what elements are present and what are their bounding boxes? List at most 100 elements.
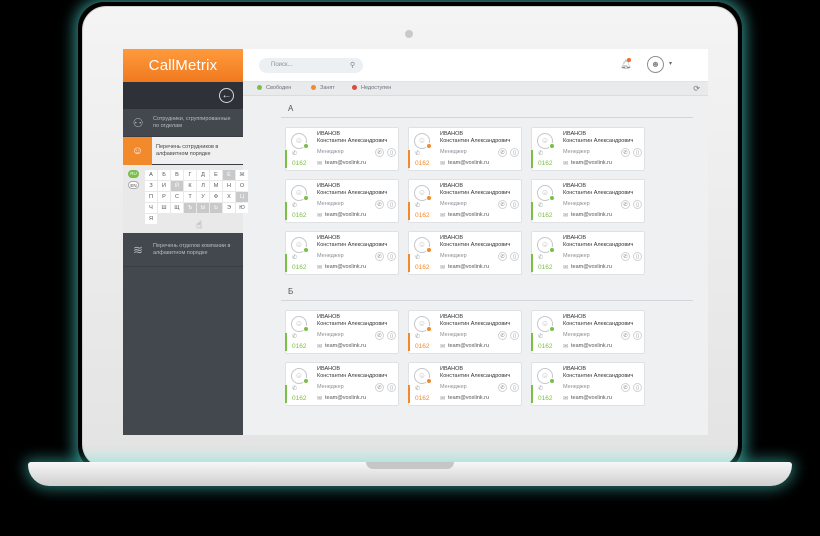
alphabet-letter[interactable]: П [145, 192, 157, 202]
mobile-button[interactable]: ▯ [387, 200, 396, 209]
mobile-button[interactable]: ▯ [633, 252, 642, 261]
call-button[interactable]: ✆ [498, 200, 507, 209]
call-button[interactable]: ✆ [375, 200, 384, 209]
employee-card[interactable]: ☺ ✆ 0162 ИВАНОВ Константин Александрович Мене… [531, 310, 645, 354]
mobile-button[interactable]: ▯ [387, 252, 396, 261]
search-input[interactable]: Поиск... ⚲ [259, 58, 363, 73]
alphabet-letter[interactable]: Г [184, 170, 196, 180]
employee-email[interactable]: team@voxlink.ru [448, 264, 489, 270]
employee-card[interactable]: ☺ ✆ 0162 ИВАНОВ Константин Александрович Мене… [285, 127, 399, 171]
alphabet-letter[interactable]: Й [171, 181, 183, 191]
employee-email[interactable]: team@voxlink.ru [571, 212, 612, 218]
alphabet-letter[interactable]: Ь [210, 203, 222, 213]
alphabet-letter[interactable]: Щ [171, 203, 183, 213]
mobile-button[interactable]: ▯ [387, 331, 396, 340]
alphabet-letter[interactable]: Ё [223, 170, 235, 180]
employee-card[interactable]: ☺ ✆ 0162 ИВАНОВ Константин Александрович Мене… [408, 127, 522, 171]
alphabet-letter[interactable]: А [145, 170, 157, 180]
sidebar-item-departments[interactable]: ⚇ Сотрудники, сгруппированные по отделам [123, 109, 243, 137]
app-logo[interactable]: CallMetrix [123, 49, 243, 82]
mobile-button[interactable]: ▯ [510, 200, 519, 209]
employee-card[interactable]: ☺ ✆ 0162 ИВАНОВ Константин Александрович Мене… [285, 362, 399, 406]
mobile-button[interactable]: ▯ [633, 331, 642, 340]
call-button[interactable]: ✆ [621, 383, 630, 392]
employee-email[interactable]: team@voxlink.ru [325, 343, 366, 349]
employee-card[interactable]: ☺ ✆ 0162 ИВАНОВ Константин Александрович Мене… [285, 310, 399, 354]
employee-card[interactable]: ☺ ✆ 0162 ИВАНОВ Константин Александрович Мене… [408, 179, 522, 223]
mobile-button[interactable]: ▯ [633, 383, 642, 392]
search-icon[interactable]: ⚲ [350, 58, 355, 73]
mobile-button[interactable]: ▯ [633, 148, 642, 157]
refresh-icon[interactable]: ⟳ [693, 84, 700, 93]
employee-email[interactable]: team@voxlink.ru [325, 160, 366, 166]
mobile-button[interactable]: ▯ [387, 383, 396, 392]
employee-card[interactable]: ☺ ✆ 0162 ИВАНОВ Константин Александрович Мене… [408, 362, 522, 406]
call-button[interactable]: ✆ [375, 383, 384, 392]
employee-card[interactable]: ☺ ✆ 0162 ИВАНОВ Константин Александрович Мене… [408, 310, 522, 354]
sidebar-item-employees-alphabetical[interactable]: ☺ Перечень сотрудников в алфавитном поря… [123, 137, 243, 165]
employee-email[interactable]: team@voxlink.ru [448, 160, 489, 166]
employee-email[interactable]: team@voxlink.ru [325, 395, 366, 401]
mobile-button[interactable]: ▯ [633, 200, 642, 209]
call-button[interactable]: ✆ [621, 331, 630, 340]
employee-card[interactable]: ☺ ✆ 0162 ИВАНОВ Константин Александрович Мене… [531, 179, 645, 223]
call-button[interactable]: ✆ [498, 252, 507, 261]
mobile-button[interactable]: ▯ [510, 383, 519, 392]
alphabet-letter[interactable]: Д [197, 170, 209, 180]
employee-email[interactable]: team@voxlink.ru [571, 264, 612, 270]
alphabet-letter[interactable]: У [197, 192, 209, 202]
arrow-left-icon[interactable]: ← [219, 88, 234, 103]
alphabet-letter[interactable]: Л [197, 181, 209, 191]
alphabet-letter[interactable]: М [210, 181, 222, 191]
employee-card[interactable]: ☺ ✆ 0162 ИВАНОВ Константин Александрович Мене… [285, 231, 399, 275]
lang-ru-button[interactable]: RU [128, 170, 139, 178]
employee-email[interactable]: team@voxlink.ru [571, 343, 612, 349]
employee-email[interactable]: team@voxlink.ru [325, 264, 366, 270]
employee-email[interactable]: team@voxlink.ru [571, 395, 612, 401]
employee-email[interactable]: team@voxlink.ru [571, 160, 612, 166]
employee-card[interactable]: ☺ ✆ 0162 ИВАНОВ Константин Александрович Мене… [531, 362, 645, 406]
employee-card[interactable]: ☺ ✆ 0162 ИВАНОВ Константин Александрович Мене… [285, 179, 399, 223]
call-button[interactable]: ✆ [498, 383, 507, 392]
alphabet-letter[interactable]: Э [223, 203, 235, 213]
employee-card[interactable]: ☺ ✆ 0162 ИВАНОВ Константин Александрович Мене… [408, 231, 522, 275]
alphabet-letter[interactable]: С [171, 192, 183, 202]
call-button[interactable]: ✆ [498, 148, 507, 157]
call-button[interactable]: ✆ [621, 252, 630, 261]
call-button[interactable]: ✆ [621, 148, 630, 157]
employee-email[interactable]: team@voxlink.ru [448, 343, 489, 349]
call-button[interactable]: ✆ [375, 252, 384, 261]
alphabet-letter[interactable]: Е [210, 170, 222, 180]
chevron-down-icon[interactable]: ▾ [669, 60, 672, 67]
employee-card[interactable]: ☺ ✆ 0162 ИВАНОВ Константин Александрович Мене… [531, 231, 645, 275]
alphabet-letter[interactable]: Ъ [184, 203, 196, 213]
employee-card[interactable]: ☺ ✆ 0162 ИВАНОВ Константин Александрович Мене… [531, 127, 645, 171]
alphabet-letter[interactable]: Р [158, 192, 170, 202]
lang-en-button[interactable]: EN [128, 181, 139, 189]
user-avatar-icon[interactable]: ☻ [647, 56, 664, 73]
call-button[interactable]: ✆ [375, 331, 384, 340]
alphabet-letter[interactable]: И [158, 181, 170, 191]
employee-email[interactable]: team@voxlink.ru [325, 212, 366, 218]
alphabet-letter[interactable]: Х [223, 192, 235, 202]
alphabet-letter[interactable]: Т [184, 192, 196, 202]
call-button[interactable]: ✆ [621, 200, 630, 209]
mobile-button[interactable]: ▯ [510, 331, 519, 340]
alphabet-letter[interactable]: Ш [158, 203, 170, 213]
alphabet-letter[interactable]: Я [145, 214, 157, 224]
employee-email[interactable]: team@voxlink.ru [448, 212, 489, 218]
mobile-button[interactable]: ▯ [510, 252, 519, 261]
alphabet-letter[interactable]: Ф [210, 192, 222, 202]
alphabet-letter[interactable]: Б [158, 170, 170, 180]
call-button[interactable]: ✆ [375, 148, 384, 157]
sidebar-item-departments-alphabetical[interactable]: ≋ Перечень отделов компании в алфавитном… [123, 233, 243, 267]
alphabet-letter[interactable]: Ч [145, 203, 157, 213]
alphabet-letter[interactable]: Ы [197, 203, 209, 213]
alphabet-letter[interactable]: К [184, 181, 196, 191]
alphabet-letter[interactable]: З [145, 181, 157, 191]
alphabet-letter[interactable]: Н [223, 181, 235, 191]
alphabet-letter[interactable]: В [171, 170, 183, 180]
mobile-button[interactable]: ▯ [510, 148, 519, 157]
employee-email[interactable]: team@voxlink.ru [448, 395, 489, 401]
mobile-button[interactable]: ▯ [387, 148, 396, 157]
